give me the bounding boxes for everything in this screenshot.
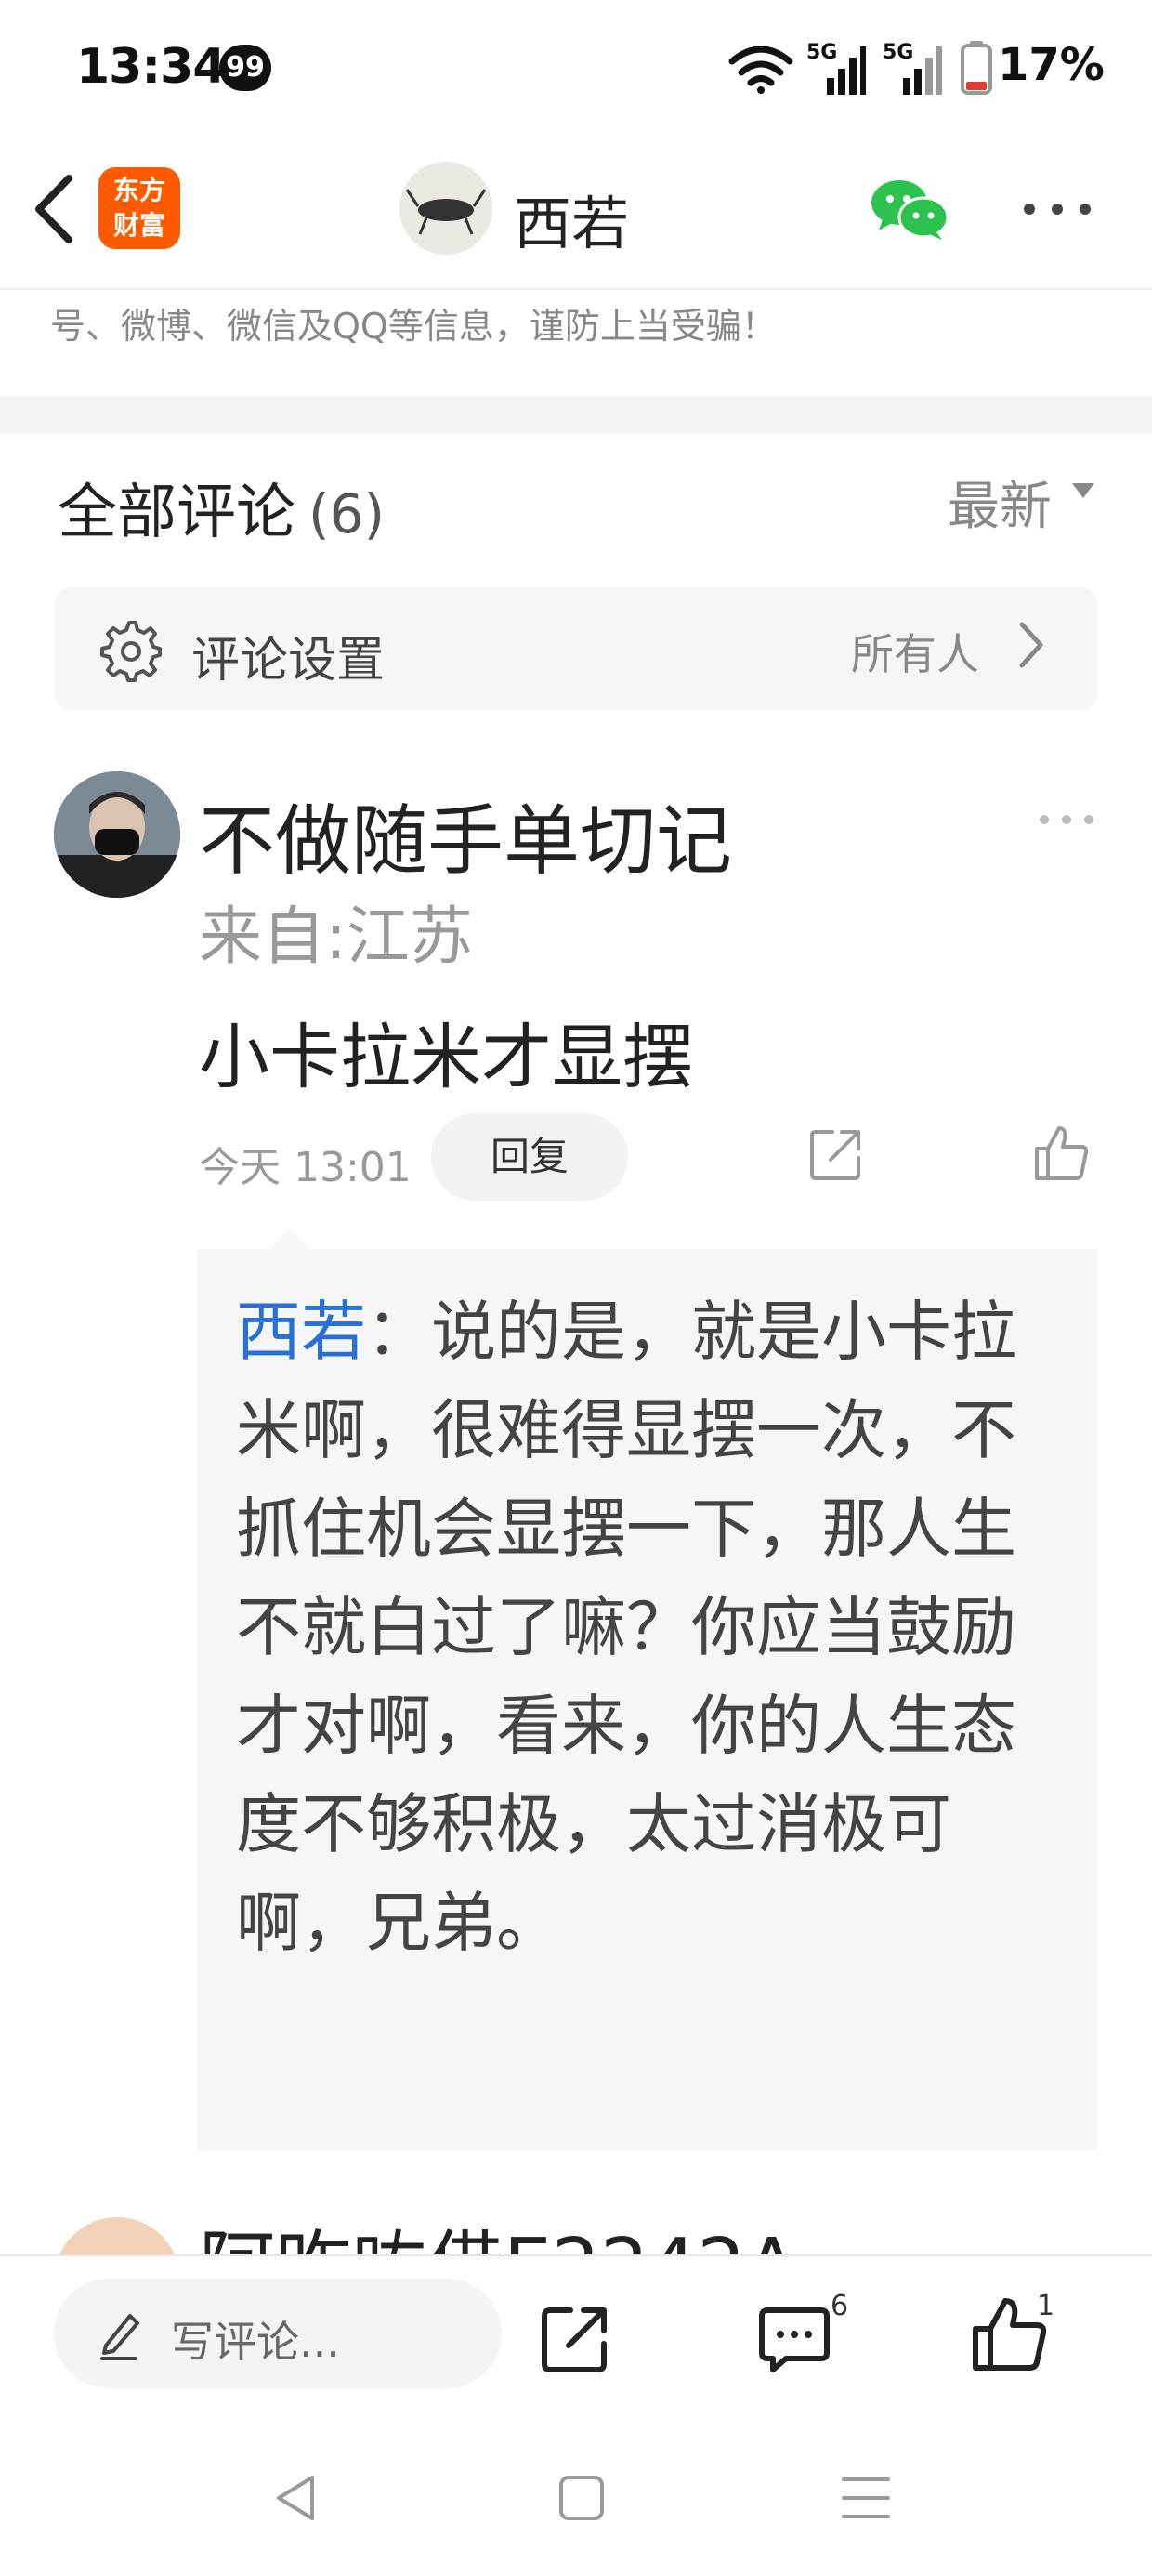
comment-more-icon[interactable] [1037, 808, 1096, 831]
wechat-icon[interactable] [870, 177, 949, 242]
reply-text: ：说的是，就是小卡拉米啊，很难得显摆一次，不抓住机会显摆一下，那人生不就白过了嘛… [236, 1294, 1016, 1961]
commenter-avatar-image [54, 771, 180, 898]
logo-text-line2: 财富 [112, 210, 165, 241]
wifi-icon [728, 46, 793, 94]
battery-icon [961, 41, 992, 95]
commenter-avatar[interactable] [54, 771, 180, 898]
commenter-name[interactable]: 不做随手单切记 [199, 779, 732, 889]
author-avatar[interactable] [399, 162, 492, 255]
like-count: 1 [1037, 2290, 1055, 2322]
more-options-icon[interactable] [1020, 195, 1094, 223]
comment-settings-label: 评论设置 [191, 633, 386, 689]
signal-icon-1 [827, 46, 866, 95]
nav-menu-icon[interactable] [838, 2474, 894, 2522]
chevron-right-icon [1019, 622, 1043, 668]
comments-heading: 全部评论 (6) [58, 465, 385, 550]
comment-text: 小卡拉米才显摆 [199, 1016, 693, 1098]
commenter-location: 来自:江苏 [199, 900, 473, 974]
gear-icon [100, 621, 162, 682]
pen-icon [100, 2314, 139, 2360]
comment-timestamp: 今天 13:01 [199, 1144, 412, 1191]
author-avatar-image [399, 162, 492, 255]
next-commenter-name[interactable]: 阿昨咗借E2242A [199, 2221, 798, 2254]
comment-settings-value: 所有人 [851, 629, 979, 679]
caret-down-icon[interactable] [1070, 481, 1096, 500]
comments-title: 全部评论 [58, 479, 295, 547]
reply-pointer [269, 1229, 310, 1249]
write-comment-placeholder: 写评论... [171, 2317, 340, 2367]
warning-notice: 号、微博、微信及QQ等信息，谨防上当受骗！ [50, 306, 777, 347]
reply-content: 西若：说的是，就是小卡拉米啊，很难得显摆一次，不抓住机会显摆一下，那人生不就白过… [236, 1282, 1072, 1972]
notification-badge: 99 [219, 45, 271, 91]
status-time: 13:34 [76, 39, 227, 95]
nav-back-icon[interactable] [269, 2470, 325, 2526]
share-icon[interactable] [541, 2303, 611, 2373]
battery-percent: 17% [998, 39, 1105, 91]
reply-author[interactable]: 西若 [236, 1294, 366, 1370]
logo-text-line1: 东方 [112, 175, 165, 205]
author-name[interactable]: 西若 [514, 177, 629, 260]
comment-bubble-icon[interactable] [758, 2305, 831, 2373]
signal-icon-2 [903, 46, 942, 95]
nav-home-icon[interactable] [556, 2472, 608, 2524]
reply-button[interactable]: 回复 [431, 1113, 628, 1201]
share-icon[interactable] [808, 1126, 864, 1182]
sort-dropdown[interactable]: 最新 [948, 465, 1052, 540]
like-icon[interactable] [1033, 1124, 1091, 1182]
comment-count: 6 [831, 2290, 849, 2322]
back-arrow-icon[interactable] [26, 167, 82, 251]
section-divider [0, 396, 1152, 433]
comments-count: (6) [308, 482, 386, 545]
app-logo[interactable]: 东方 财富 [98, 167, 180, 249]
